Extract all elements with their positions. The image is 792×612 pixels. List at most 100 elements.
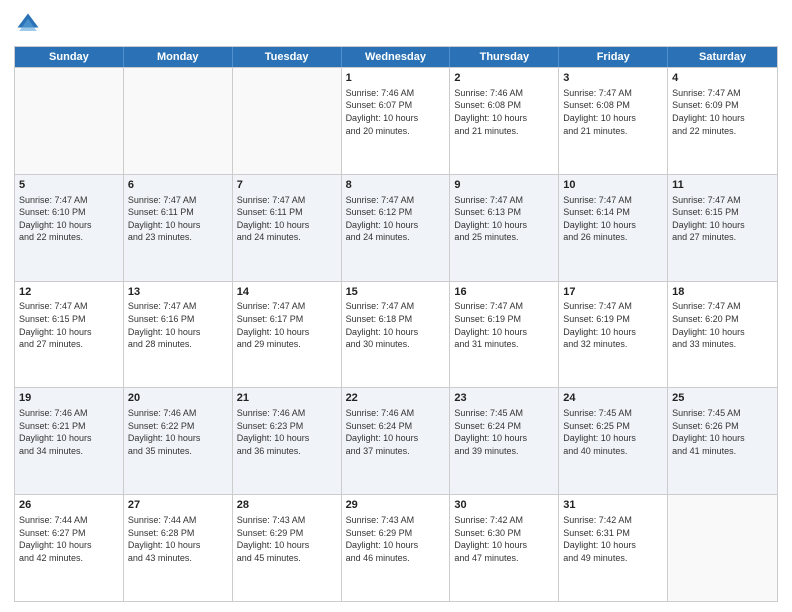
daylight-minutes: and 34 minutes. [19, 446, 83, 456]
logo [14, 10, 46, 38]
daylight-label: Daylight: 10 hours [128, 540, 201, 550]
sunset-label: Sunset: 6:13 PM [454, 207, 521, 217]
daylight-label: Daylight: 10 hours [346, 433, 419, 443]
daylight-label: Daylight: 10 hours [672, 220, 745, 230]
sunrise-label: Sunrise: 7:46 AM [237, 408, 306, 418]
day-number: 2 [454, 71, 554, 86]
day-info: Sunrise: 7:47 AMSunset: 6:19 PMDaylight:… [454, 300, 554, 350]
day-number: 13 [128, 285, 228, 300]
day-info: Sunrise: 7:46 AMSunset: 6:08 PMDaylight:… [454, 87, 554, 137]
day-cell-26: 26Sunrise: 7:44 AMSunset: 6:27 PMDayligh… [15, 495, 124, 601]
day-number: 25 [672, 391, 773, 406]
day-number: 29 [346, 498, 446, 513]
sunset-label: Sunset: 6:24 PM [454, 421, 521, 431]
sunset-label: Sunset: 6:07 PM [346, 100, 413, 110]
daylight-minutes: and 41 minutes. [672, 446, 736, 456]
daylight-minutes: and 37 minutes. [346, 446, 410, 456]
sunset-label: Sunset: 6:16 PM [128, 314, 195, 324]
sunrise-label: Sunrise: 7:42 AM [454, 515, 523, 525]
day-number: 28 [237, 498, 337, 513]
sunrise-label: Sunrise: 7:42 AM [563, 515, 632, 525]
daylight-label: Daylight: 10 hours [454, 540, 527, 550]
daylight-label: Daylight: 10 hours [454, 220, 527, 230]
daylight-label: Daylight: 10 hours [346, 220, 419, 230]
day-info: Sunrise: 7:42 AMSunset: 6:31 PMDaylight:… [563, 514, 663, 564]
day-cell-2: 2Sunrise: 7:46 AMSunset: 6:08 PMDaylight… [450, 68, 559, 174]
weekday-header-friday: Friday [559, 47, 668, 67]
sunset-label: Sunset: 6:26 PM [672, 421, 739, 431]
sunset-label: Sunset: 6:08 PM [563, 100, 630, 110]
sunrise-label: Sunrise: 7:46 AM [128, 408, 197, 418]
day-number: 22 [346, 391, 446, 406]
logo-icon [14, 10, 42, 38]
day-cell-19: 19Sunrise: 7:46 AMSunset: 6:21 PMDayligh… [15, 388, 124, 494]
daylight-minutes: and 42 minutes. [19, 553, 83, 563]
daylight-label: Daylight: 10 hours [563, 327, 636, 337]
day-cell-31: 31Sunrise: 7:42 AMSunset: 6:31 PMDayligh… [559, 495, 668, 601]
daylight-minutes: and 33 minutes. [672, 339, 736, 349]
calendar-body: 1Sunrise: 7:46 AMSunset: 6:07 PMDaylight… [15, 67, 777, 601]
day-number: 6 [128, 178, 228, 193]
sunrise-label: Sunrise: 7:47 AM [454, 301, 523, 311]
daylight-label: Daylight: 10 hours [454, 327, 527, 337]
day-info: Sunrise: 7:46 AMSunset: 6:22 PMDaylight:… [128, 407, 228, 457]
sunset-label: Sunset: 6:24 PM [346, 421, 413, 431]
sunrise-label: Sunrise: 7:46 AM [346, 88, 415, 98]
sunset-label: Sunset: 6:18 PM [346, 314, 413, 324]
day-number: 23 [454, 391, 554, 406]
empty-cell [233, 68, 342, 174]
weekday-header-monday: Monday [124, 47, 233, 67]
day-cell-15: 15Sunrise: 7:47 AMSunset: 6:18 PMDayligh… [342, 282, 451, 388]
daylight-label: Daylight: 10 hours [346, 540, 419, 550]
sunrise-label: Sunrise: 7:47 AM [346, 195, 415, 205]
day-cell-3: 3Sunrise: 7:47 AMSunset: 6:08 PMDaylight… [559, 68, 668, 174]
day-cell-27: 27Sunrise: 7:44 AMSunset: 6:28 PMDayligh… [124, 495, 233, 601]
daylight-minutes: and 25 minutes. [454, 232, 518, 242]
daylight-minutes: and 36 minutes. [237, 446, 301, 456]
daylight-label: Daylight: 10 hours [19, 433, 92, 443]
day-cell-22: 22Sunrise: 7:46 AMSunset: 6:24 PMDayligh… [342, 388, 451, 494]
day-cell-25: 25Sunrise: 7:45 AMSunset: 6:26 PMDayligh… [668, 388, 777, 494]
daylight-minutes: and 21 minutes. [563, 126, 627, 136]
day-info: Sunrise: 7:47 AMSunset: 6:09 PMDaylight:… [672, 87, 773, 137]
day-number: 31 [563, 498, 663, 513]
daylight-label: Daylight: 10 hours [128, 220, 201, 230]
daylight-minutes: and 31 minutes. [454, 339, 518, 349]
day-cell-1: 1Sunrise: 7:46 AMSunset: 6:07 PMDaylight… [342, 68, 451, 174]
sunset-label: Sunset: 6:21 PM [19, 421, 86, 431]
sunrise-label: Sunrise: 7:43 AM [346, 515, 415, 525]
sunrise-label: Sunrise: 7:45 AM [454, 408, 523, 418]
calendar-row-3: 19Sunrise: 7:46 AMSunset: 6:21 PMDayligh… [15, 387, 777, 494]
weekday-header-tuesday: Tuesday [233, 47, 342, 67]
sunset-label: Sunset: 6:29 PM [346, 528, 413, 538]
daylight-label: Daylight: 10 hours [19, 540, 92, 550]
day-info: Sunrise: 7:45 AMSunset: 6:24 PMDaylight:… [454, 407, 554, 457]
day-info: Sunrise: 7:43 AM Sunset: 6:29 PM Daylight:… [346, 514, 446, 564]
sunset-label: Sunset: 6:14 PM [563, 207, 630, 217]
daylight-minutes: and 27 minutes. [672, 232, 736, 242]
daylight-label: Daylight: 10 hours [237, 433, 310, 443]
sunrise-label: Sunrise: 7:45 AM [672, 408, 741, 418]
day-info: Sunrise: 7:46 AM Sunset: 6:07 PM Daylight:… [346, 87, 446, 137]
daylight-label: Daylight: 10 hours [563, 433, 636, 443]
daylight-label: Daylight: 10 hours [672, 327, 745, 337]
calendar-row-1: 5Sunrise: 7:47 AMSunset: 6:10 PMDaylight… [15, 174, 777, 281]
day-number: 11 [672, 178, 773, 193]
day-cell-5: 5Sunrise: 7:47 AMSunset: 6:10 PMDaylight… [15, 175, 124, 281]
day-info: Sunrise: 7:47 AMSunset: 6:11 PMDaylight:… [128, 194, 228, 244]
day-cell-11: 11Sunrise: 7:47 AMSunset: 6:15 PMDayligh… [668, 175, 777, 281]
daylight-minutes: and 40 minutes. [563, 446, 627, 456]
sunset-label: Sunset: 6:31 PM [563, 528, 630, 538]
sunrise-label: Sunrise: 7:46 AM [19, 408, 88, 418]
day-info: Sunrise: 7:42 AMSunset: 6:30 PMDaylight:… [454, 514, 554, 564]
daylight-label: Daylight: 10 hours [346, 113, 419, 123]
empty-cell [668, 495, 777, 601]
day-cell-13: 13Sunrise: 7:47 AMSunset: 6:16 PMDayligh… [124, 282, 233, 388]
day-number: 12 [19, 285, 119, 300]
page: SundayMondayTuesdayWednesdayThursdayFrid… [0, 0, 792, 612]
header [14, 10, 778, 38]
day-number: 15 [346, 285, 446, 300]
day-cell-14: 14Sunrise: 7:47 AMSunset: 6:17 PMDayligh… [233, 282, 342, 388]
day-info: Sunrise: 7:46 AMSunset: 6:24 PMDaylight:… [346, 407, 446, 457]
sunrise-label: Sunrise: 7:47 AM [672, 88, 741, 98]
